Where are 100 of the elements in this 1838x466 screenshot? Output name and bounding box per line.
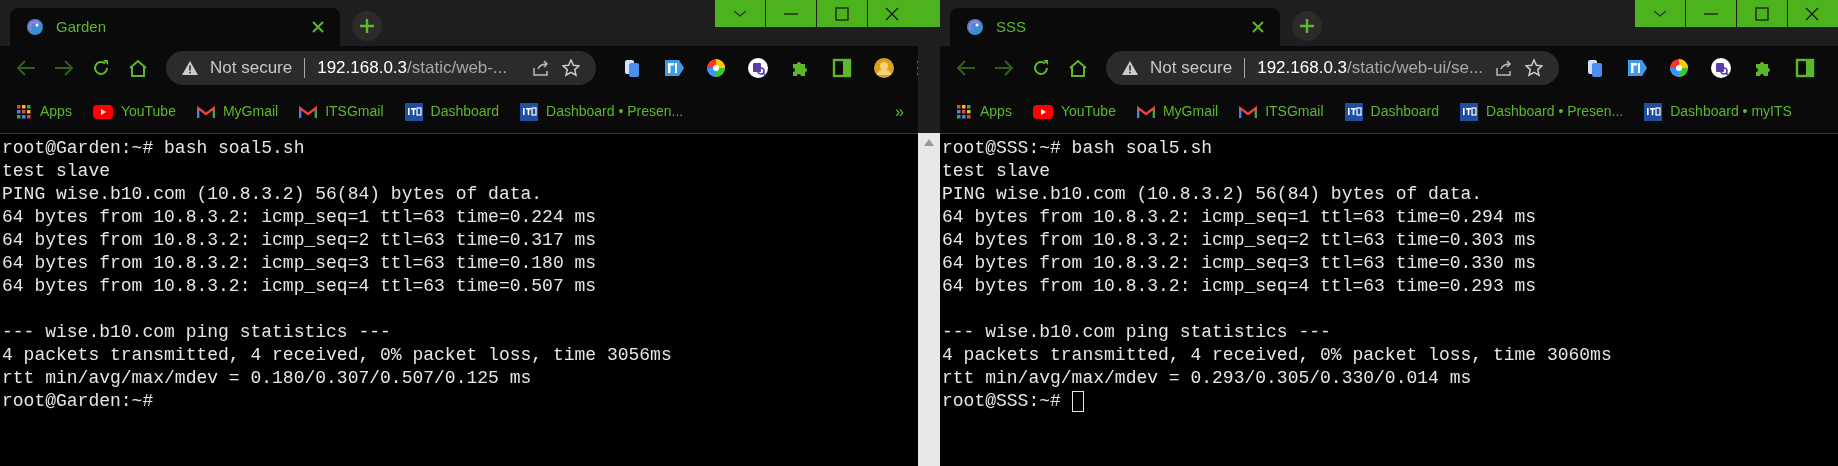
color-wheel-icon[interactable] — [1669, 58, 1690, 78]
forward-arrow-icon[interactable] — [994, 59, 1014, 77]
browser-tab[interactable]: SSS — [950, 8, 1280, 46]
forward-arrow-icon[interactable] — [54, 59, 74, 77]
bookmark-link[interactable]: YouTube — [92, 101, 176, 122]
star-icon[interactable] — [1525, 59, 1544, 77]
close-icon[interactable] — [312, 21, 324, 33]
url-text: 192.168.0.3/static/web-ui/se... — [1257, 57, 1484, 80]
terminal-line: 4 packets transmitted, 4 received, 0% packet loss, time 3056ms — [2, 344, 672, 367]
terminal-line: 64 bytes from 10.8.3.2: icmp_seq=3 ttl=63 time=0.180 ms — [2, 252, 597, 275]
terminal-line: test slave — [2, 160, 111, 183]
bookmark-link[interactable]: Dashboard • Presen... — [1460, 101, 1624, 122]
tab-title: Garden — [56, 16, 108, 37]
maximize-icon — [833, 5, 851, 22]
more-bookmarks-button[interactable]: » — [895, 99, 904, 124]
window-control-button[interactable] — [766, 0, 816, 27]
play-icon — [1032, 104, 1053, 119]
minimize-icon — [784, 12, 798, 15]
terminal-line: 64 bytes from 10.8.3.2: icmp_seq=2 ttl=63 time=0.317 ms — [2, 229, 597, 252]
terminal-line: --- wise.b10.com ping statistics --- — [942, 321, 1331, 344]
address-bar[interactable]: Not secure 192.168.0.3/static/web-ui/se... — [1106, 51, 1560, 85]
window-control-button[interactable] — [1737, 0, 1787, 27]
url-text: 192.168.0.3/static/web-... — [317, 57, 509, 80]
up-arrow-icon — [924, 139, 934, 146]
terminal-line: root@SSS:~# bash soal5.sh — [942, 137, 1213, 160]
bookmark-link[interactable]: Apps — [16, 101, 72, 122]
maximize-icon — [1753, 5, 1771, 22]
terminal-line: 64 bytes from 10.8.3.2: icmp_seq=1 ttl=63 time=0.224 ms — [2, 206, 597, 229]
terminal-line: 64 bytes from 10.8.3.2: icmp_seq=1 ttl=63 time=0.294 ms — [942, 206, 1537, 229]
reload-icon[interactable] — [92, 59, 110, 77]
bookmark-link[interactable]: Dashboard — [404, 101, 499, 122]
security-label: Not secure — [1150, 57, 1233, 80]
mail-icon — [1239, 104, 1258, 119]
terminal-line: rtt min/avg/max/mdev = 0.180/0.307/0.507/0.125 ms — [2, 367, 532, 390]
back-arrow-icon[interactable] — [956, 59, 976, 77]
window-control-button[interactable] — [1686, 0, 1736, 27]
share-icon[interactable] — [1495, 60, 1514, 76]
security-label: Not secure — [210, 57, 293, 80]
terminal-line: root@Garden:~# bash soal5.sh — [2, 137, 305, 160]
search-icon[interactable] — [1711, 58, 1732, 78]
apps-grid-icon — [956, 103, 972, 120]
new-tab-button[interactable] — [1292, 11, 1322, 41]
bookmark-link[interactable]: YouTube — [1032, 101, 1116, 122]
bookmark-link[interactable]: Dashboard • Presen... — [520, 101, 684, 122]
mail-icon — [1136, 104, 1155, 119]
terminal-line: 64 bytes from 10.8.3.2: icmp_seq=4 ttl=63 time=0.293 ms — [942, 275, 1537, 298]
terminal-line: test slave — [942, 160, 1051, 183]
sidebar-icon[interactable] — [1795, 58, 1816, 78]
bookmark-link[interactable]: Dashboard • myITS — [1644, 101, 1792, 122]
terminal-line: 64 bytes from 10.8.3.2: icmp_seq=4 ttl=63 time=0.507 ms — [2, 275, 597, 298]
star-icon[interactable] — [562, 59, 580, 77]
copy-icon[interactable] — [622, 58, 642, 78]
terminal-line: root@Garden:~# — [2, 390, 154, 413]
new-tab-button[interactable] — [352, 11, 382, 41]
minimize-icon — [1704, 12, 1718, 15]
its-logo-icon — [1644, 102, 1663, 121]
window-frame-edge — [918, 0, 940, 27]
document-icon[interactable] — [1627, 58, 1648, 78]
terminal-line: 64 bytes from 10.8.3.2: icmp_seq=2 ttl=63 time=0.303 ms — [942, 229, 1537, 252]
back-arrow-icon[interactable] — [16, 59, 36, 77]
its-logo-icon — [1344, 102, 1363, 121]
window-control-button[interactable] — [817, 0, 867, 27]
browser-tab[interactable]: Garden — [10, 8, 340, 46]
mail-icon — [299, 104, 318, 119]
warning-icon — [182, 61, 198, 75]
bookmark-link[interactable]: MyGmail — [196, 101, 279, 122]
home-icon[interactable] — [128, 59, 148, 77]
sidebar-icon[interactable] — [832, 58, 852, 78]
terminal-line: PING wise.b10.com (10.8.3.2) 56(84) bytes of data. — [2, 183, 543, 206]
bookmark-link[interactable]: Dashboard — [1344, 101, 1439, 122]
home-icon[interactable] — [1068, 59, 1088, 77]
color-wheel-icon[interactable] — [706, 58, 726, 78]
terminal-line: rtt min/avg/max/mdev = 0.293/0.305/0.330/0.014 ms — [942, 367, 1472, 390]
apps-grid-icon — [16, 103, 32, 120]
bookmark-link[interactable]: MyGmail — [1136, 101, 1219, 122]
terminal-line: 64 bytes from 10.8.3.2: icmp_seq=3 ttl=63 time=0.330 ms — [942, 252, 1537, 275]
document-icon[interactable] — [664, 58, 684, 78]
bookmark-link[interactable]: Apps — [956, 101, 1012, 122]
chameleon-icon — [966, 18, 984, 36]
plus-icon — [1300, 19, 1314, 33]
terminal-line: root@SSS:~# — [942, 390, 1061, 413]
warning-icon — [1122, 61, 1138, 75]
its-logo-icon — [404, 102, 423, 121]
its-logo-icon — [520, 102, 538, 121]
bookmark-link[interactable]: ITSGmail — [299, 101, 384, 122]
chameleon-icon — [26, 18, 44, 36]
address-bar[interactable]: Not secure 192.168.0.3/static/web-... — [166, 51, 596, 85]
avatar-icon[interactable] — [874, 58, 894, 78]
terminal-line: 4 packets transmitted, 4 received, 0% packet loss, time 3060ms — [942, 344, 1612, 367]
close-icon[interactable] — [1252, 21, 1264, 33]
its-logo-icon — [1460, 102, 1478, 121]
reload-icon[interactable] — [1032, 59, 1050, 77]
mail-icon — [196, 104, 215, 119]
terminal-line: --- wise.b10.com ping statistics --- — [2, 321, 391, 344]
plus-icon — [360, 19, 374, 33]
search-icon[interactable] — [748, 58, 768, 78]
terminal-line: PING wise.b10.com (10.8.3.2) 56(84) bytes of data. — [942, 183, 1483, 206]
bookmark-link[interactable]: ITSGmail — [1239, 101, 1324, 122]
tab-title: SSS — [996, 16, 1027, 37]
share-icon[interactable] — [532, 60, 550, 76]
